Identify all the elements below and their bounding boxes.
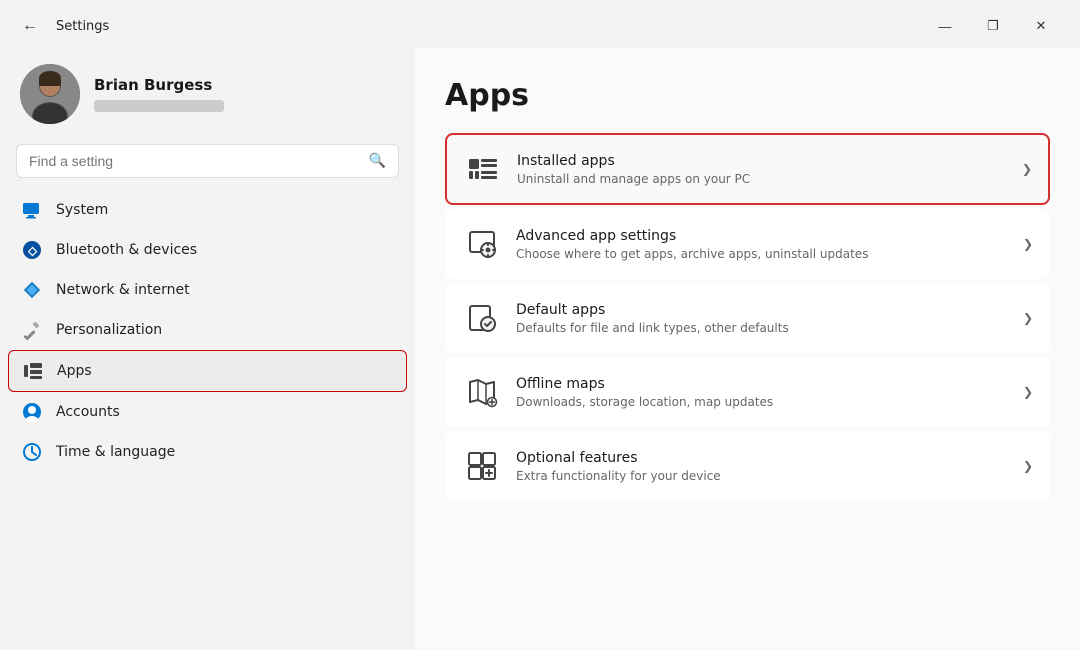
optional-features-chevron: ❯ [1023,459,1033,473]
sidebar-item-network[interactable]: Network & internet [8,270,407,310]
apps-icon [23,361,43,381]
maximize-button[interactable]: ❐ [970,10,1016,42]
title-bar: ← Settings — ❐ ✕ [0,0,1080,48]
offline-maps-desc: Downloads, storage location, map updates [516,395,1015,409]
offline-maps-text: Offline maps Downloads, storage location… [516,376,1015,409]
offline-maps-chevron: ❯ [1023,385,1033,399]
sidebar-item-accounts-label: Accounts [56,404,120,420]
sidebar: Brian Burgess 🔍 System [0,48,415,650]
accounts-icon [22,402,42,422]
settings-item-advanced-app-settings[interactable]: Advanced app settings Choose where to ge… [445,209,1050,279]
sidebar-item-personalization[interactable]: Personalization [8,310,407,350]
sidebar-item-bluetooth-label: Bluetooth & devices [56,242,197,258]
advanced-app-settings-text: Advanced app settings Choose where to ge… [516,228,1015,261]
optional-features-icon [462,446,502,486]
default-apps-text: Default apps Defaults for file and link … [516,302,1015,335]
advanced-app-settings-desc: Choose where to get apps, archive apps, … [516,247,1015,261]
close-button[interactable]: ✕ [1018,10,1064,42]
user-profile: Brian Burgess [0,48,415,140]
bluetooth-icon: ⬦ [22,240,42,260]
installed-apps-icon [463,149,503,189]
window-title: Settings [56,19,109,34]
user-name: Brian Burgess [94,76,224,94]
personalization-icon [22,320,42,340]
system-icon [22,200,42,220]
user-email-bar [94,100,224,112]
sidebar-item-time-label: Time & language [56,444,175,460]
sidebar-item-system[interactable]: System [8,190,407,230]
svg-text:⬦: ⬦ [27,244,38,259]
sidebar-item-time[interactable]: Time & language [8,432,407,472]
default-apps-desc: Defaults for file and link types, other … [516,321,1015,335]
minimize-button[interactable]: — [922,10,968,42]
sidebar-item-bluetooth[interactable]: ⬦ Bluetooth & devices [8,230,407,270]
settings-item-installed-apps[interactable]: Installed apps Uninstall and manage apps… [445,133,1050,205]
app-body: Brian Burgess 🔍 System [0,48,1080,650]
user-info: Brian Burgess [94,76,224,112]
nav-list: System ⬦ Bluetooth & devices [0,190,415,472]
settings-list: Installed apps Uninstall and manage apps… [445,133,1050,501]
default-apps-title: Default apps [516,302,1015,318]
advanced-app-settings-title: Advanced app settings [516,228,1015,244]
page-title: Apps [445,78,1050,113]
avatar [20,64,80,124]
advanced-app-settings-chevron: ❯ [1023,237,1033,251]
sidebar-item-network-label: Network & internet [56,282,190,298]
offline-maps-icon [462,372,502,412]
offline-maps-title: Offline maps [516,376,1015,392]
search-icon: 🔍 [369,153,386,169]
settings-item-default-apps[interactable]: Default apps Defaults for file and link … [445,283,1050,353]
optional-features-text: Optional features Extra functionality fo… [516,450,1015,483]
title-bar-left: ← Settings [16,13,109,39]
sidebar-item-personalization-label: Personalization [56,322,162,338]
advanced-app-settings-icon [462,224,502,264]
search-input[interactable] [29,153,361,169]
optional-features-title: Optional features [516,450,1015,466]
default-apps-icon [462,298,502,338]
time-icon [22,442,42,462]
installed-apps-title: Installed apps [517,153,1014,169]
network-icon [22,280,42,300]
installed-apps-text: Installed apps Uninstall and manage apps… [517,153,1014,186]
installed-apps-desc: Uninstall and manage apps on your PC [517,172,1014,186]
optional-features-desc: Extra functionality for your device [516,469,1015,483]
settings-item-offline-maps[interactable]: Offline maps Downloads, storage location… [445,357,1050,427]
sidebar-item-apps-label: Apps [57,363,92,379]
sidebar-item-system-label: System [56,202,108,218]
settings-item-optional-features[interactable]: Optional features Extra functionality fo… [445,431,1050,501]
installed-apps-chevron: ❯ [1022,162,1032,176]
default-apps-chevron: ❯ [1023,311,1033,325]
main-content: Apps Installed apps [415,48,1080,650]
sidebar-item-accounts[interactable]: Accounts [8,392,407,432]
sidebar-item-apps[interactable]: Apps [8,350,407,392]
window-controls: — ❐ ✕ [922,10,1064,42]
back-button[interactable]: ← [16,13,44,39]
search-box[interactable]: 🔍 [16,144,399,178]
